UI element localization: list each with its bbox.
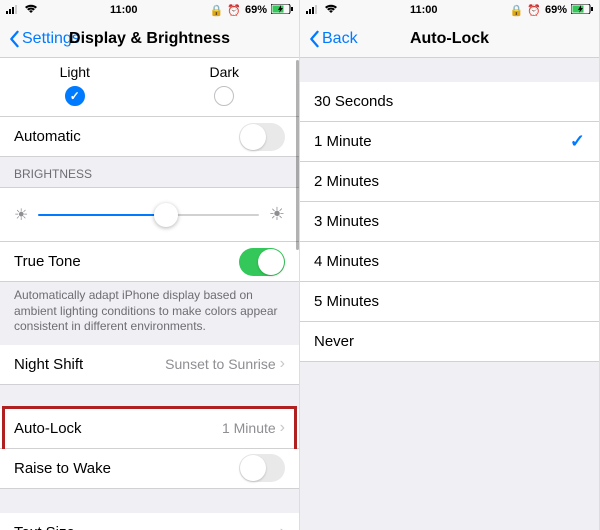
option-label: 1 Minute [314,133,570,150]
appearance-light-label: Light [0,64,150,80]
auto-lock-row[interactable]: Auto-Lock 1 Minute › [0,409,299,449]
status-bar: 11:00 🔒 ⏰ 69% [0,0,299,20]
radio-unchecked-icon [214,86,234,106]
auto-lock-option[interactable]: 30 Seconds [300,82,599,122]
true-tone-toggle[interactable] [239,248,285,276]
raise-to-wake-toggle[interactable] [239,454,285,482]
status-time: 11:00 [110,4,138,16]
content-scroll[interactable]: Light Dark Automatic BRIGHTNESS ☀︎ ☀︎ Tr… [0,58,299,530]
sun-large-icon: ☀︎ [269,204,285,225]
chevron-right-icon: › [280,355,285,373]
auto-lock-option[interactable]: 1 Minute✓ [300,122,599,162]
text-size-label: Text Size [14,524,280,530]
brightness-header: BRIGHTNESS [0,157,299,187]
battery-icon [571,4,593,17]
option-label: 4 Minutes [314,253,585,270]
back-label: Settings [22,30,80,48]
back-label: Back [322,30,358,48]
true-tone-footer: Automatically adapt iPhone display based… [0,282,299,345]
signal-icon [6,4,20,17]
sun-small-icon: ☀︎ [14,205,28,225]
display-brightness-screen: 11:00 🔒 ⏰ 69% Settings Display & Brightn… [0,0,300,530]
battery-percent: 69% [545,4,567,16]
raise-to-wake-row[interactable]: Raise to Wake [0,449,299,489]
chevron-right-icon: › [280,523,285,530]
raise-to-wake-label: Raise to Wake [14,460,239,477]
rotation-lock-icon: 🔒 [510,4,524,17]
alarm-icon: ⏰ [227,4,241,17]
brightness-slider[interactable] [38,214,259,216]
option-label: 5 Minutes [314,293,585,310]
alarm-icon: ⏰ [527,4,541,17]
auto-lock-option[interactable]: 3 Minutes [300,202,599,242]
auto-lock-options: 30 Seconds 1 Minute✓ 2 Minutes 3 Minutes 4 M… [300,82,599,362]
radio-checked-icon [65,86,85,106]
option-label: Never [314,333,585,350]
true-tone-row[interactable]: True Tone [0,242,299,282]
auto-lock-screen: 11:00 🔒 ⏰ 69% Back Auto-Lock 30 Seconds 1… [300,0,600,530]
appearance-dark[interactable]: Dark [150,64,300,106]
option-label: 2 Minutes [314,173,585,190]
signal-icon [306,4,320,17]
night-shift-row[interactable]: Night Shift Sunset to Sunrise › [0,345,299,385]
auto-lock-option[interactable]: 4 Minutes [300,242,599,282]
status-time: 11:00 [410,4,438,16]
auto-lock-option[interactable]: 5 Minutes [300,282,599,322]
auto-lock-option[interactable]: 2 Minutes [300,162,599,202]
wifi-icon [24,4,38,17]
back-button[interactable]: Back [308,30,358,48]
automatic-toggle[interactable] [239,123,285,151]
night-shift-value: Sunset to Sunrise [165,356,276,372]
automatic-row[interactable]: Automatic [0,117,299,157]
night-shift-label: Night Shift [14,356,165,373]
auto-lock-option[interactable]: Never [300,322,599,362]
true-tone-label: True Tone [14,253,239,270]
checkmark-icon: ✓ [570,131,585,152]
appearance-light[interactable]: Light [0,64,150,106]
back-button-settings[interactable]: Settings [8,30,80,48]
battery-icon [271,4,293,17]
content-scroll[interactable]: 30 Seconds 1 Minute✓ 2 Minutes 3 Minutes 4 M… [300,58,599,530]
option-label: 3 Minutes [314,213,585,230]
auto-lock-label: Auto-Lock [14,420,222,437]
appearance-row: Light Dark [0,58,299,117]
rotation-lock-icon: 🔒 [210,4,224,17]
status-bar: 11:00 🔒 ⏰ 69% [300,0,599,20]
battery-percent: 69% [245,4,267,16]
nav-bar: Settings Display & Brightness [0,20,299,58]
auto-lock-value: 1 Minute [222,420,276,436]
chevron-left-icon [308,30,320,48]
chevron-right-icon: › [280,419,285,437]
option-label: 30 Seconds [314,93,585,110]
brightness-slider-row: ☀︎ ☀︎ [0,187,299,242]
chevron-left-icon [8,30,20,48]
automatic-label: Automatic [14,128,239,145]
nav-bar: Back Auto-Lock [300,20,599,58]
appearance-dark-label: Dark [150,64,300,80]
scrollbar[interactable] [296,60,299,250]
wifi-icon [324,4,338,17]
text-size-row[interactable]: Text Size › [0,513,299,530]
